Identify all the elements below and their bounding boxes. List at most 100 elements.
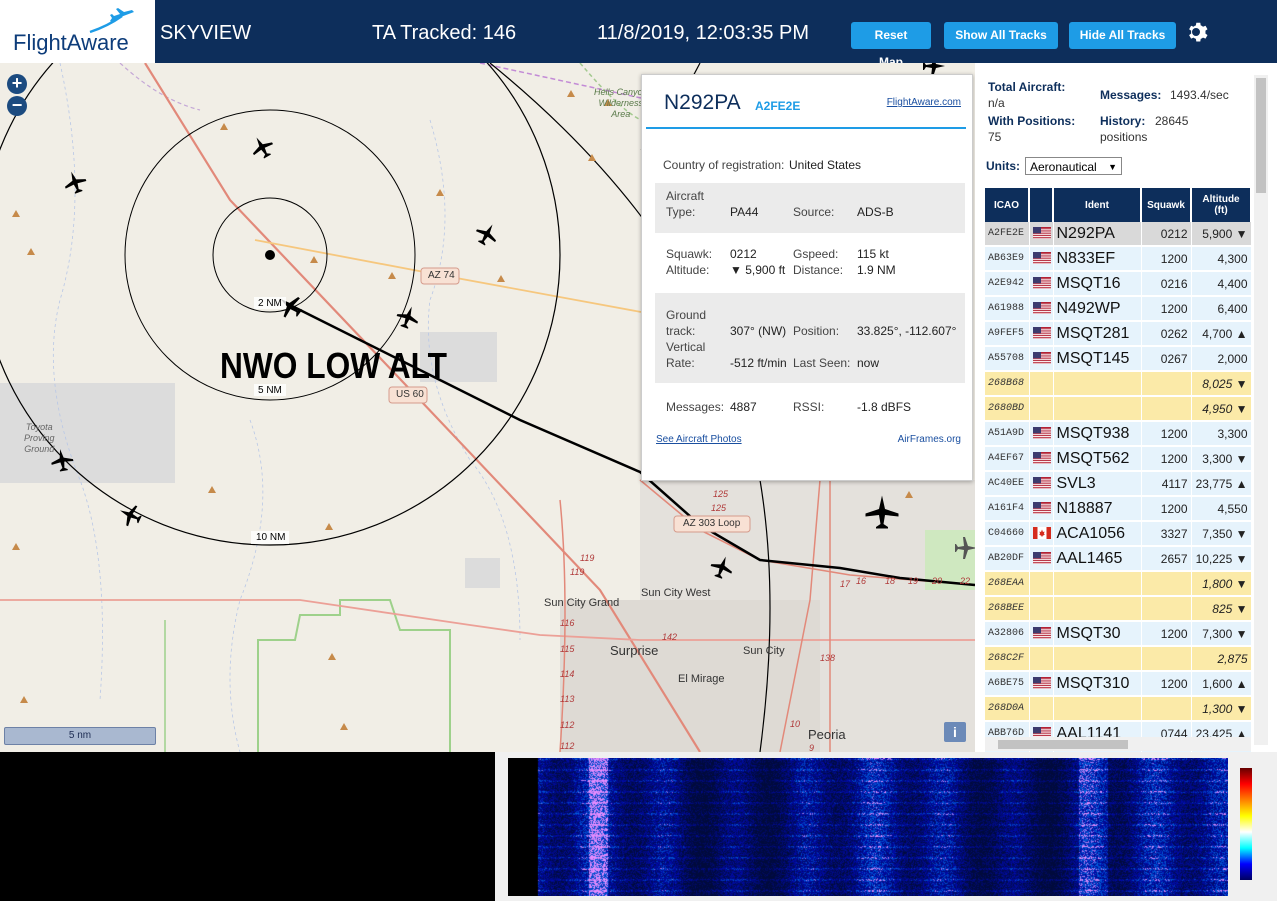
- sun-city-label: Sun City: [743, 645, 785, 657]
- altitude-cell: 5,900 ▼: [1191, 222, 1252, 247]
- nwo-low-alt-label: NWO LOW ALT: [220, 345, 447, 386]
- flag-cell: [1029, 371, 1054, 397]
- icao-cell: AB63E9: [985, 246, 1030, 272]
- altitude-cell: 10,225 ▼: [1191, 546, 1252, 572]
- table-row[interactable]: A9FEF5 MSQT281 0262 4,700 ▲: [985, 321, 1252, 347]
- col-squawk[interactable]: Squawk: [1141, 188, 1192, 222]
- table-row[interactable]: A2FE2E N292PA 0212 5,900 ▼: [985, 222, 1252, 247]
- squawk-cell: 1200: [1141, 246, 1192, 272]
- altitude-cell: 23,775 ▲: [1191, 471, 1252, 497]
- icao-cell: A9FEF5: [985, 321, 1030, 347]
- units-select[interactable]: Aeronautical ▼: [1025, 157, 1122, 175]
- table-row[interactable]: 2680BD 4,950 ▼: [985, 396, 1252, 422]
- altitude-cell: 8,025 ▼: [1191, 371, 1252, 397]
- icao-cell: A2E942: [985, 271, 1030, 297]
- gear-icon[interactable]: [1186, 20, 1210, 44]
- squawk-cell: [1141, 596, 1192, 622]
- icao-cell: 268BEE: [985, 596, 1030, 622]
- zoom-in-icon[interactable]: +: [7, 74, 27, 94]
- aircraft-photos-link[interactable]: See Aircraft Photos: [656, 434, 742, 445]
- table-row[interactable]: AB63E9 N833EF 1200 4,300: [985, 246, 1252, 272]
- table-row[interactable]: 268BEE 825 ▼: [985, 596, 1252, 622]
- altitude-cell: 3,300 ▼: [1191, 446, 1252, 472]
- squawk-cell: [1141, 396, 1192, 422]
- flag-cell: [1029, 321, 1054, 347]
- squawk-cell: 1200: [1141, 446, 1192, 472]
- aircraft-info-popup: N292PA A2FE2E FlightAware.com Country of…: [641, 74, 973, 481]
- flag-cell: [1029, 571, 1054, 597]
- flag-cell: [1029, 421, 1054, 447]
- ident-cell: N292PA: [1053, 222, 1142, 247]
- table-row[interactable]: AB20DF AAL1465 2657 10,225 ▼: [985, 546, 1252, 572]
- table-row[interactable]: A61988 N492WP 1200 6,400: [985, 296, 1252, 322]
- flag-cell: [1029, 496, 1054, 522]
- table-row[interactable]: 268EAA 1,800 ▼: [985, 571, 1252, 597]
- flightaware-link[interactable]: FlightAware.com: [887, 97, 961, 108]
- table-row[interactable]: C04660 ACA1056 3327 7,350 ▼: [985, 521, 1252, 547]
- table-row[interactable]: 268D0A 1,300 ▼: [985, 696, 1252, 722]
- table-row[interactable]: A32806 MSQT30 1200 7,300 ▼: [985, 621, 1252, 647]
- icao-cell: AB20DF: [985, 546, 1030, 572]
- ident-cell: [1053, 371, 1142, 397]
- table-row[interactable]: 268C2F 2,875: [985, 646, 1252, 672]
- icao-cell: 268D0A: [985, 696, 1030, 722]
- popup-ident: N292PA: [664, 91, 741, 114]
- icao-cell: A6BE75: [985, 671, 1030, 697]
- ring-label-5nm: 5 NM: [258, 385, 282, 396]
- street-number: 18: [885, 576, 896, 586]
- col-flag[interactable]: [1029, 188, 1054, 222]
- reset-map-button[interactable]: Reset Map: [851, 22, 931, 69]
- messages-rssi-row: Messages: 4887 RSSI: -1.8 dBFS: [666, 400, 912, 414]
- horizontal-scroll-thumb[interactable]: [998, 740, 1128, 749]
- toyota-proving-ground-label: Toyota Proving Ground: [24, 422, 55, 454]
- squawk-cell: 1200: [1141, 496, 1192, 522]
- table-row[interactable]: A161F4 N18887 1200 4,550: [985, 496, 1252, 522]
- zoom-out-icon[interactable]: −: [7, 96, 27, 116]
- altitude-cell: 7,300 ▼: [1191, 621, 1252, 647]
- street-number: 142: [662, 632, 678, 642]
- street-number: 112: [560, 741, 575, 751]
- table-row[interactable]: A4EF67 MSQT562 1200 3,300 ▼: [985, 446, 1252, 472]
- altitude-cell: 1,800 ▼: [1191, 571, 1252, 597]
- airframes-link[interactable]: AirFrames.org: [898, 434, 961, 445]
- altitude-cell: 7,350 ▼: [1191, 521, 1252, 547]
- info-icon[interactable]: i: [944, 722, 966, 742]
- altitude-cell: 4,300: [1191, 246, 1252, 272]
- table-row[interactable]: AC40EE SVL3 4117 23,775 ▲: [985, 471, 1252, 497]
- history-count: 28645: [1155, 114, 1189, 128]
- col-ident[interactable]: Ident: [1053, 188, 1142, 222]
- us60-shield: US 60: [396, 389, 424, 400]
- el-mirage-label: El Mirage: [678, 673, 725, 685]
- street-number: 22: [960, 576, 971, 586]
- squawk-cell: [1141, 696, 1192, 722]
- flag-cell: [1029, 596, 1054, 622]
- flag-cell: [1029, 222, 1054, 247]
- flag-cell: [1029, 621, 1054, 647]
- us-flag-icon: [1032, 452, 1051, 465]
- squawk-cell: 0212: [1141, 222, 1192, 247]
- tracked-count: TA Tracked: 146: [372, 22, 517, 44]
- hide-all-tracks-button[interactable]: Hide All Tracks: [1069, 22, 1176, 49]
- flightaware-logo[interactable]: FlightAware: [0, 0, 156, 63]
- vertical-scroll-thumb[interactable]: [1256, 78, 1266, 193]
- table-row[interactable]: A2E942 MSQT16 0216 4,400: [985, 271, 1252, 297]
- icao-cell: A51A9D: [985, 421, 1030, 447]
- col-altitude[interactable]: Altitude (ft): [1191, 188, 1252, 222]
- table-row[interactable]: A51A9D MSQT938 1200 3,300: [985, 421, 1252, 447]
- ident-cell: [1053, 571, 1142, 597]
- altitude-cell: 4,400: [1191, 271, 1252, 297]
- scale-bar: 5 nm: [4, 727, 156, 745]
- col-icao[interactable]: ICAO: [985, 188, 1030, 222]
- hells-canyon-label: Hells Canyon Wilderness Area: [594, 87, 648, 119]
- table-row[interactable]: 268B68 8,025 ▼: [985, 371, 1252, 397]
- flag-cell: [1029, 471, 1054, 497]
- street-number: 119: [580, 553, 595, 563]
- type-source-row: Aircraft Type: PA44 Source: ADS-B: [655, 183, 965, 233]
- altitude-cell: 3,300: [1191, 421, 1252, 447]
- table-row[interactable]: A6BE75 MSQT310 1200 1,600 ▲: [985, 671, 1252, 697]
- street-number: 20: [932, 576, 943, 586]
- show-all-tracks-button[interactable]: Show All Tracks: [944, 22, 1058, 49]
- squawk-cell: [1141, 646, 1192, 672]
- street-number: 114: [560, 669, 575, 679]
- table-row[interactable]: A55708 MSQT145 0267 2,000: [985, 346, 1252, 372]
